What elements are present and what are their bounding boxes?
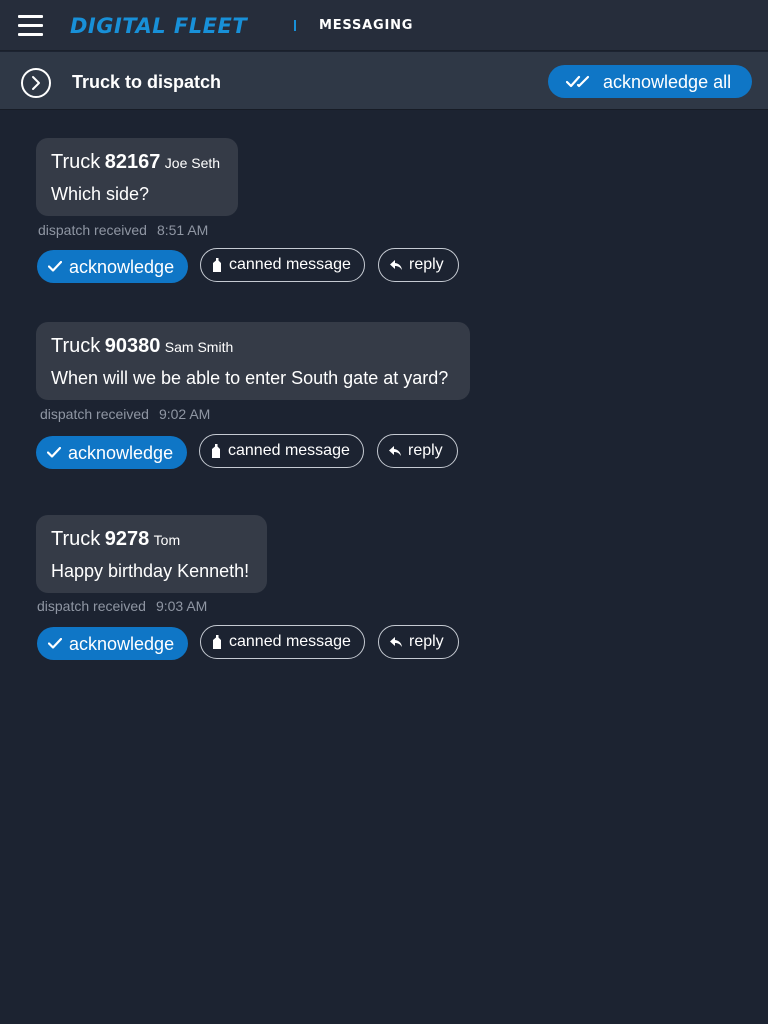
reply-label: reply: [408, 442, 443, 459]
canned-message-button[interactable]: canned message: [200, 625, 365, 659]
message-bubble: Truck 82167 Joe Seth Which side?: [36, 138, 238, 216]
canned-message-button[interactable]: canned message: [199, 434, 364, 468]
reply-icon: [390, 637, 402, 647]
chevron-right-icon[interactable]: [21, 68, 51, 98]
check-icon: [47, 447, 61, 458]
message-status: dispatch received: [40, 406, 149, 422]
conversation-bar: Truck to dispatch acknowledge all: [0, 52, 768, 110]
brand-logo: DIGITAL FLEET: [70, 14, 248, 38]
driver-name: Joe Seth: [164, 155, 221, 171]
truck-number: 90380: [104, 335, 161, 357]
top-bar: DIGITAL FLEET MESSAGING: [0, 0, 768, 51]
truck-number: 82167: [104, 151, 161, 173]
message-time: 9:03 AM: [155, 598, 208, 614]
conversation-title: Truck to dispatch: [72, 72, 222, 92]
canned-message-button[interactable]: canned message: [200, 248, 365, 282]
acknowledge-all-label: acknowledge all: [603, 72, 732, 92]
check-icon: [48, 261, 62, 272]
message-meta: dispatch received 9:02 AM: [40, 406, 210, 422]
check-icon: [48, 638, 62, 649]
reply-label: reply: [409, 256, 444, 273]
acknowledge-label: acknowledge: [69, 257, 175, 277]
canned-message-icon: [213, 635, 221, 649]
message-text: Happy birthday Kenneth!: [51, 561, 250, 581]
menu-icon[interactable]: [18, 15, 43, 37]
canned-message-label: canned message: [228, 442, 350, 459]
message-meta: dispatch received 9:03 AM: [37, 598, 207, 614]
truck-word: Truck: [51, 335, 101, 357]
acknowledge-button[interactable]: acknowledge: [37, 250, 188, 283]
truck-word: Truck: [51, 528, 101, 550]
reply-label: reply: [409, 633, 444, 650]
reply-button[interactable]: reply: [378, 248, 459, 282]
message-meta: dispatch received 8:51 AM: [38, 222, 208, 238]
truck-word: Truck: [51, 151, 101, 173]
double-check-icon: [566, 75, 590, 88]
message-text: When will we be able to enter South gate…: [51, 368, 449, 388]
message-time: 8:51 AM: [156, 222, 209, 238]
message-status: dispatch received: [37, 598, 146, 614]
reply-button[interactable]: reply: [377, 434, 458, 468]
canned-message-label: canned message: [229, 256, 351, 273]
section-title: MESSAGING: [319, 18, 414, 33]
message-status: dispatch received: [38, 222, 147, 238]
acknowledge-all-button[interactable]: acknowledge all: [548, 65, 752, 98]
acknowledge-button[interactable]: acknowledge: [37, 627, 188, 660]
reply-icon: [389, 446, 401, 456]
canned-message-icon: [213, 258, 221, 272]
message-bubble: Truck 9278 Tom Happy birthday Kenneth!: [36, 515, 267, 593]
reply-icon: [390, 260, 402, 270]
canned-message-label: canned message: [229, 633, 351, 650]
canned-message-icon: [212, 444, 220, 458]
acknowledge-label: acknowledge: [69, 634, 175, 654]
driver-name: Sam Smith: [164, 339, 234, 355]
truck-number: 9278: [104, 528, 150, 550]
acknowledge-label: acknowledge: [68, 443, 174, 463]
header-divider: [294, 20, 296, 31]
reply-button[interactable]: reply: [378, 625, 459, 659]
message-time: 9:02 AM: [158, 406, 211, 422]
acknowledge-button[interactable]: acknowledge: [36, 436, 187, 469]
driver-name: Tom: [153, 532, 181, 548]
message-text: Which side?: [51, 184, 150, 204]
message-bubble: Truck 90380 Sam Smith When will we be ab…: [36, 322, 470, 400]
